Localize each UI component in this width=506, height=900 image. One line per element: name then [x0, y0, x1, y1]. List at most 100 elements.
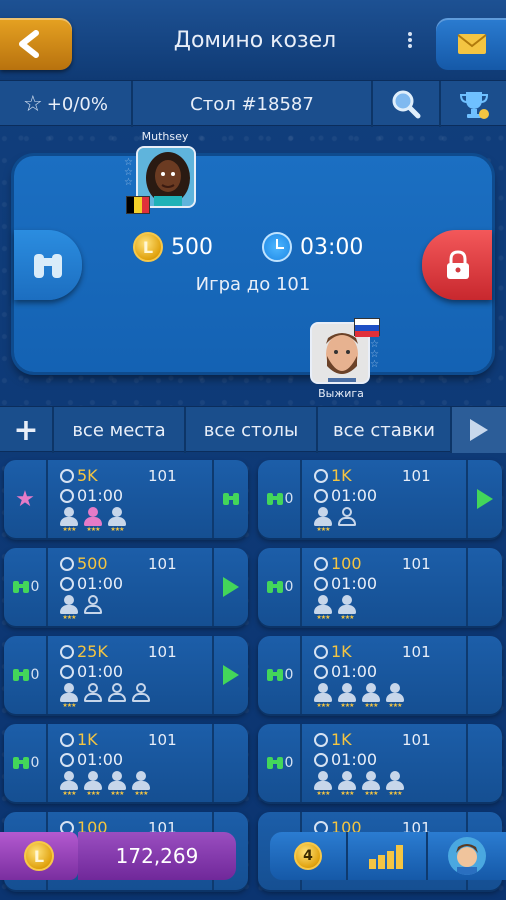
table-card[interactable]: 0 1K 101 01:00 ★★★ ★★★ ★★★ ★★★ — [258, 636, 502, 714]
balance-value[interactable]: 172,269 — [78, 832, 236, 880]
level-button[interactable]: 4 — [270, 832, 348, 880]
table-stake: 500 — [60, 554, 108, 573]
search-button[interactable] — [373, 81, 441, 127]
table-action[interactable] — [466, 724, 502, 802]
table-action[interactable] — [466, 460, 502, 538]
table-action[interactable] — [212, 460, 248, 538]
table-card[interactable]: 0 1K 101 01:00 ★★★ ★★★ ★★★ ★★★ — [258, 724, 502, 802]
timer-value: 03:00 — [300, 234, 364, 260]
player-bottom-stars: ☆ ☆ ☆ — [370, 339, 379, 370]
table-seats: ★★★ ★★★ — [312, 594, 360, 621]
table-number: Стол #18587 — [133, 81, 373, 127]
stake-value: 100 — [331, 554, 362, 573]
page-title: Домино козел — [173, 28, 337, 53]
table-goal: 101 — [148, 467, 177, 485]
binoculars-icon — [266, 669, 283, 681]
trophy-icon — [459, 92, 489, 119]
table-seats: ★★★ ★★★ ★★★ ★★★ — [58, 770, 154, 797]
table-time: 01:00 — [60, 662, 123, 681]
play-icon — [477, 489, 493, 509]
more-menu-icon[interactable] — [405, 30, 415, 54]
table-card[interactable]: 0 500 101 01:00 ★★★ — [4, 548, 248, 626]
filter-stakes[interactable]: все ставки — [318, 407, 452, 453]
clock-icon — [314, 752, 328, 767]
rating-indicator[interactable]: ☆ +0/0% — [0, 81, 133, 127]
game-goal: Игра до 101 — [195, 274, 311, 295]
player-seat-icon: ★★★ — [312, 594, 334, 621]
time-value: 01:00 — [331, 750, 378, 769]
empty-seat-icon — [82, 682, 104, 708]
player-seat-icon: ★★★ — [106, 770, 128, 797]
coin-icon: L — [133, 232, 163, 262]
clock-icon — [314, 488, 328, 503]
spectators-value: 0 — [30, 755, 40, 771]
table-action[interactable] — [212, 636, 248, 714]
filter-bar: + все места все столы все ставки — [0, 406, 506, 453]
back-button[interactable] — [0, 18, 72, 70]
stats-button[interactable] — [348, 832, 428, 880]
table-goal: 101 — [402, 731, 431, 749]
profile-button[interactable] — [428, 832, 506, 880]
add-table-button[interactable]: + — [0, 407, 54, 453]
time-value: 01:00 — [331, 574, 378, 593]
filter-places[interactable]: все места — [54, 407, 186, 453]
player-seat-icon: ★★★ — [106, 506, 128, 533]
stake-value: 5K — [77, 466, 98, 485]
player-seat-icon: ★★★ — [384, 770, 406, 797]
clock-icon — [314, 732, 328, 747]
player-seat-icon: ★★★ — [312, 770, 334, 797]
table-time: 01:00 — [314, 486, 377, 505]
table-card[interactable]: 0 25K 101 01:00 ★★★ — [4, 636, 248, 714]
chevron-left-icon — [19, 30, 39, 58]
play-icon — [223, 665, 239, 685]
coins-button[interactable]: L — [0, 832, 78, 880]
top-bar: Домино козел — [0, 0, 506, 80]
table-card[interactable]: ★ 5K 101 01:00 ★★★ ★★★ ★★★ — [4, 460, 248, 538]
table-action[interactable] — [466, 548, 502, 626]
player-seat-icon: ★★★ — [336, 770, 358, 797]
mail-icon — [457, 34, 487, 54]
player-top-stars: ☆ ☆ ☆ — [124, 157, 133, 188]
clock-icon — [262, 232, 292, 262]
bet-amount: L 500 — [133, 232, 213, 262]
clock-icon — [314, 468, 328, 483]
play-icon — [470, 419, 488, 441]
table-stake: 100 — [314, 554, 362, 573]
player-seat-icon: ★★★ — [58, 594, 80, 621]
binoculars-icon — [12, 757, 29, 769]
player-seat-icon: ★★★ — [82, 770, 104, 797]
table-time: 01:00 — [314, 574, 377, 593]
clock-icon — [60, 488, 74, 503]
table-action[interactable] — [466, 636, 502, 714]
clock-icon — [314, 664, 328, 679]
leaderboard-button[interactable] — [441, 81, 506, 127]
table-time: 01:00 — [60, 574, 123, 593]
filter-tables[interactable]: все столы — [186, 407, 318, 453]
clock-icon — [60, 468, 74, 483]
table-goal: 101 — [148, 643, 177, 661]
clock-icon — [60, 732, 74, 747]
table-stake: 1K — [314, 466, 352, 485]
stake-value: 1K — [77, 730, 98, 749]
clock-icon — [314, 556, 328, 571]
spectators-value: 0 — [284, 579, 294, 595]
rating-value: +0/0% — [46, 93, 108, 115]
table-seats: ★★★ — [58, 594, 106, 621]
next-filter-button[interactable] — [452, 407, 506, 453]
table-goal: 101 — [148, 731, 177, 749]
clock-icon — [314, 576, 328, 591]
table-card[interactable]: 0 100 101 01:00 ★★★ ★★★ — [258, 548, 502, 626]
table-stake: 5K — [60, 466, 98, 485]
move-timer: 03:00 — [262, 232, 363, 262]
table-card[interactable]: 0 1K 101 01:00 ★★★ ★★★ ★★★ ★★★ — [4, 724, 248, 802]
table-action[interactable] — [212, 548, 248, 626]
table-card[interactable]: 0 1K 101 01:00 ★★★ — [258, 460, 502, 538]
binoculars-icon — [266, 493, 283, 505]
search-icon — [392, 90, 421, 119]
time-value: 01:00 — [331, 662, 378, 681]
bet-value: 500 — [171, 234, 213, 260]
table-action[interactable] — [212, 724, 248, 802]
player-name-top: Muthsey — [141, 130, 189, 143]
mail-button[interactable] — [436, 18, 506, 70]
empty-seat-icon — [130, 682, 152, 708]
